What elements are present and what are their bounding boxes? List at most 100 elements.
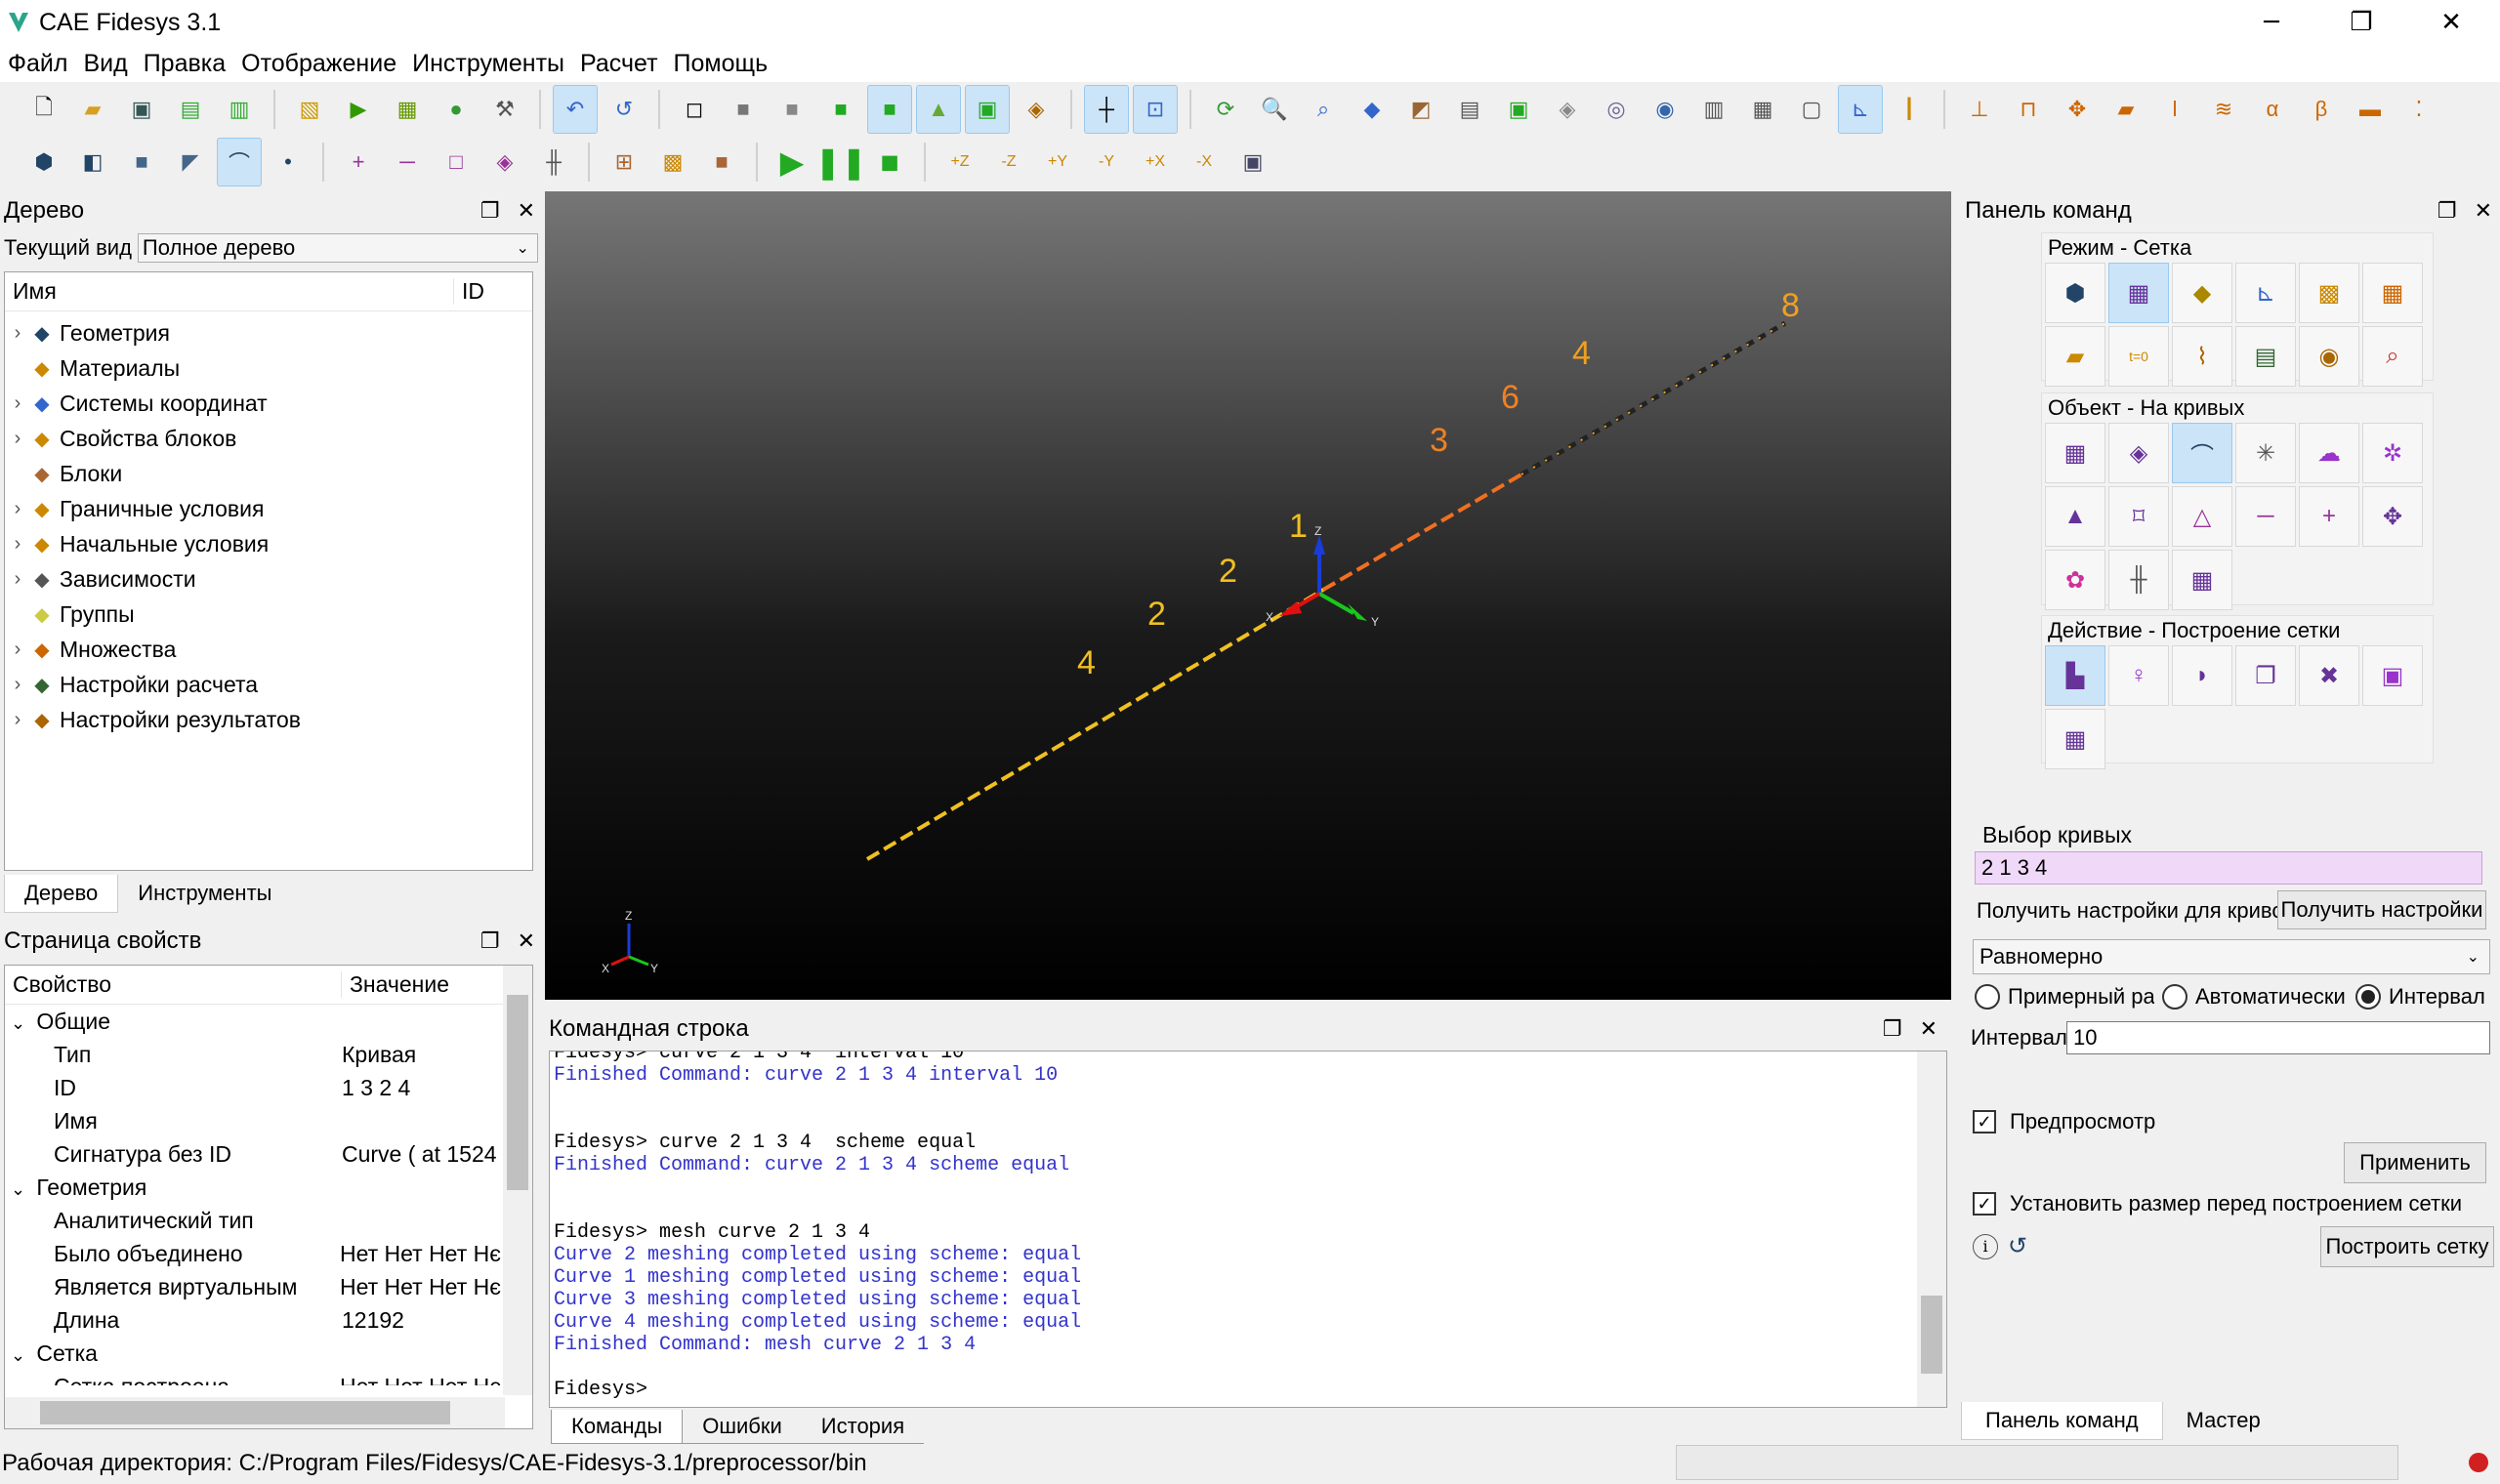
tab-tools[interactable]: Инструменты	[118, 875, 291, 913]
mesh-grid-icon[interactable]: ╫	[532, 139, 575, 186]
undo-icon[interactable]: ↺	[603, 86, 646, 133]
build-mesh-button[interactable]: Построить сетку	[2320, 1226, 2494, 1267]
bc-contact-icon[interactable]: ≋	[2202, 86, 2245, 133]
mesh-view-icon[interactable]: ◈	[1546, 86, 1589, 133]
tree-item[interactable]: › ◆ Настройки результатов	[5, 702, 532, 737]
chevron-down-icon[interactable]: ⌄	[11, 1013, 30, 1034]
close-dock-icon[interactable]: ✕	[2475, 198, 2492, 224]
film-icon[interactable]: ▦	[1741, 86, 1784, 133]
minimize-button[interactable]: ─	[2227, 0, 2316, 45]
tree-item[interactable]: › ◆ Множества	[5, 632, 532, 667]
mode-coords-icon[interactable]: ⊾	[2235, 263, 2296, 323]
bc-beta-icon[interactable]: β	[2300, 86, 2343, 133]
console-scrollbar[interactable]	[1917, 1051, 1946, 1407]
chevron-down-icon[interactable]: ⌄	[11, 1345, 30, 1366]
bc-temp-icon[interactable]: ǀ	[2153, 86, 2196, 133]
obj-special-icon[interactable]: ✲	[2362, 423, 2423, 483]
undock-icon[interactable]: ❐	[480, 198, 500, 224]
element-icon[interactable]: ◈	[483, 139, 526, 186]
export-icon[interactable]: ▥	[218, 86, 261, 133]
cube-solid-icon[interactable]: ■	[867, 85, 912, 134]
chevron-right-icon[interactable]: ›	[5, 322, 30, 345]
cube-wire-icon[interactable]: ▣	[965, 85, 1010, 134]
act-copy-icon[interactable]: ❐	[2235, 645, 2296, 706]
property-row[interactable]: ID 1 3 2 4	[5, 1071, 501, 1104]
cube-iso-icon[interactable]: ◻	[673, 86, 716, 133]
pause-icon[interactable]: ❚❚	[814, 139, 867, 186]
mode-geometry-icon[interactable]: ⬢	[2045, 263, 2105, 323]
radio-approx[interactable]	[1975, 984, 2000, 1010]
chevron-right-icon[interactable]: ›	[5, 709, 30, 731]
chevron-right-icon[interactable]: ›	[5, 639, 30, 661]
zoom-in-icon[interactable]: 🔍	[1253, 86, 1296, 133]
mode-mesh-icon[interactable]: ▦	[2108, 263, 2169, 323]
edge-icon[interactable]: ─	[386, 139, 429, 186]
save-icon[interactable]: ▣	[120, 86, 163, 133]
obj-tet-icon[interactable]: ▲	[2045, 486, 2105, 547]
console-output[interactable]: Fidesys> curve 2 1 3 4 interval 10 Finish…	[549, 1051, 1947, 1408]
property-group[interactable]: ⌄ Геометрия	[5, 1171, 501, 1204]
obj-node-icon[interactable]: +	[2299, 486, 2359, 547]
mode-inspect-icon[interactable]: ⌕	[2362, 326, 2423, 387]
rotate-icon[interactable]: ◆	[1351, 86, 1394, 133]
bc-dash-icon[interactable]: ⁚	[2397, 86, 2440, 133]
obj-edge-icon[interactable]: ─	[2235, 486, 2296, 547]
act-mesh-icon[interactable]: ▙	[2045, 645, 2105, 706]
frame-icon[interactable]: ▥	[1692, 86, 1735, 133]
mode-blocks-icon[interactable]: ▩	[2299, 263, 2359, 323]
cube-green-icon[interactable]: ■	[819, 86, 862, 133]
radio-auto[interactable]	[2162, 984, 2188, 1010]
close-dock-icon[interactable]: ✕	[518, 928, 535, 954]
clip-icon[interactable]: ◎	[1595, 86, 1638, 133]
mode-calc-icon[interactable]: ▤	[2235, 326, 2296, 387]
chevron-right-icon[interactable]: ›	[5, 533, 30, 556]
block-icon[interactable]: ■	[700, 139, 743, 186]
view-plus-x-icon[interactable]: +X	[1134, 139, 1177, 186]
zoom-out-icon[interactable]: ⌕	[1302, 86, 1345, 133]
pan-icon[interactable]: ◩	[1399, 86, 1442, 133]
get-settings-button[interactable]: Получить настройки	[2277, 890, 2486, 929]
sphere-icon[interactable]: ◉	[1644, 86, 1687, 133]
refresh-icon[interactable]: ⟳	[1204, 86, 1247, 133]
script-icon[interactable]: ▧	[288, 86, 331, 133]
shapes-icon[interactable]: ▲	[916, 85, 961, 134]
property-row[interactable]: Аналитический тип	[5, 1204, 501, 1237]
journal-icon[interactable]: ▦	[386, 86, 429, 133]
tree-item[interactable]: ◆ Материалы	[5, 350, 532, 386]
obj-grid-icon[interactable]: ╫	[2108, 550, 2169, 610]
menu-calculation[interactable]: Расчет	[572, 50, 666, 78]
tab-wizard[interactable]: Мастер	[2163, 1402, 2284, 1440]
beam-icon[interactable]: I	[1888, 86, 1931, 133]
close-dock-icon[interactable]: ✕	[1920, 1016, 1938, 1042]
view-minus-z-icon[interactable]: -Z	[987, 139, 1030, 186]
mode-dependencies-icon[interactable]: ⌇	[2172, 326, 2232, 387]
section-icon[interactable]: ▤	[1448, 86, 1491, 133]
property-row[interactable]: Сетка построенаНет Нет Нет Нє	[5, 1370, 501, 1386]
scheme-select[interactable]: Равномерно ⌄	[1973, 939, 2490, 974]
grid-icon[interactable]: ┼	[1084, 85, 1129, 134]
col-property-header[interactable]: Свойство	[5, 971, 342, 998]
cube-blue-icon[interactable]: ■	[120, 139, 163, 186]
apply-button[interactable]: Применить	[2344, 1142, 2486, 1183]
obj-transform-icon[interactable]: ✥	[2362, 486, 2423, 547]
chevron-right-icon[interactable]: ›	[5, 428, 30, 450]
undock-icon[interactable]: ❐	[480, 928, 500, 954]
props-hscrollbar[interactable]	[5, 1397, 505, 1428]
stop-icon[interactable]: ■	[868, 139, 911, 186]
curve-selection-input[interactable]: 2 1 3 4	[1975, 851, 2482, 885]
view-plus-z-icon[interactable]: +Z	[938, 139, 981, 186]
tree-item[interactable]: ◆ Блоки	[5, 456, 532, 491]
tree-item[interactable]: › ◆ Геометрия	[5, 315, 532, 350]
tree-item[interactable]: › ◆ Системы координат	[5, 386, 532, 421]
property-row[interactable]: Является виртуальным Нет Нет Нет Нє	[5, 1270, 501, 1303]
body-icon[interactable]: ◧	[71, 139, 114, 186]
tab-errors[interactable]: Ошибки	[683, 1410, 802, 1444]
3d-viewport[interactable]: Z Y X 8 4 6 3 1 2 2 4 Z Y X	[545, 191, 1951, 1000]
obj-table-icon[interactable]: ▦	[2172, 550, 2232, 610]
view-plus-y-icon[interactable]: +Y	[1036, 139, 1079, 186]
close-button[interactable]: ✕	[2406, 0, 2496, 45]
info-icon[interactable]: i	[1973, 1233, 1998, 1259]
new-file-icon[interactable]: 🗋	[22, 86, 65, 133]
set-size-checkbox[interactable]: ✓	[1973, 1192, 1996, 1216]
menu-display[interactable]: Отображение	[233, 50, 404, 78]
